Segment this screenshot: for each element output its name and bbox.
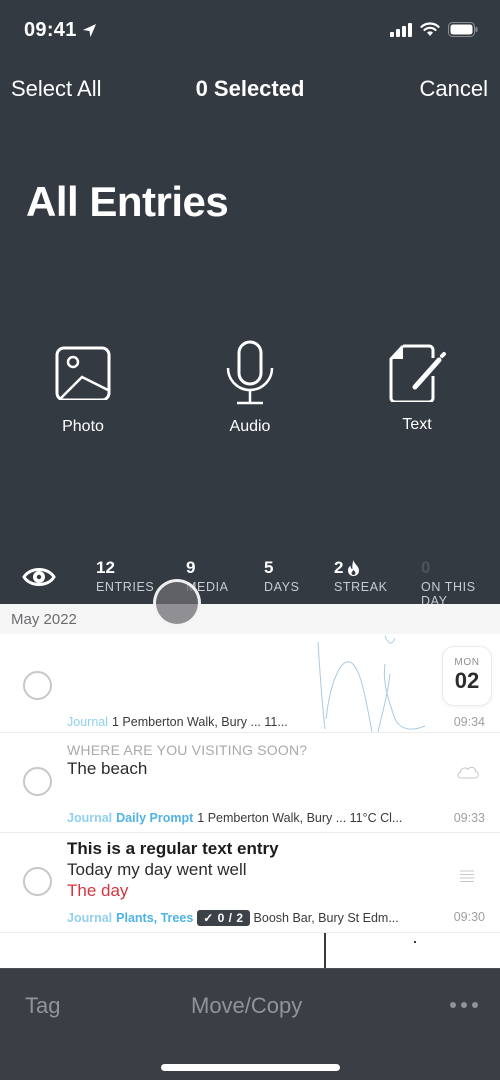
location-weather-text: 1 Pemberton Walk, Bury ... 11°C Cl...	[197, 811, 403, 825]
date-badge: MON 02	[442, 646, 492, 706]
entry-tags[interactable]: Daily Prompt	[116, 811, 193, 825]
entries-list[interactable]: May 2022 Journal 1 Pemberton Walk, Bury …	[0, 604, 500, 968]
eye-icon[interactable]	[22, 565, 56, 589]
status-bar: 09:41	[0, 0, 500, 60]
flame-icon	[348, 560, 360, 576]
photo-label: Photo	[62, 418, 104, 435]
more-dot	[472, 1002, 478, 1008]
home-indicator[interactable]	[161, 1064, 340, 1071]
entry-time: 09:34	[453, 715, 485, 729]
photo-icon	[55, 346, 111, 400]
status-indicators	[390, 22, 478, 37]
journal-tag[interactable]: Journal	[67, 911, 112, 925]
entry-title: This is a regular text entry	[67, 839, 279, 858]
cloud-icon	[457, 766, 479, 779]
select-checkbox[interactable]	[23, 671, 52, 700]
stat-media-value: 9	[186, 558, 196, 577]
drawing-thumbnail	[317, 635, 426, 733]
stat-days-value: 5	[264, 558, 274, 577]
audio-entry-button[interactable]: Audio	[190, 340, 310, 436]
text-entry-button[interactable]: Text	[357, 340, 477, 434]
text-document-edit-icon	[389, 344, 446, 402]
move-copy-button[interactable]: Move/Copy	[191, 993, 302, 1019]
list-item[interactable]	[0, 933, 500, 968]
stat-days[interactable]: 5 DAYS	[264, 558, 300, 594]
select-checkbox[interactable]	[23, 867, 52, 896]
date-day-of-week: MON	[454, 657, 480, 668]
entry-meta: Journal Plants, Trees ✓ 0 / 2 Boosh Bar,…	[67, 910, 399, 926]
stats-bar: 12 ENTRIES 9 MEDIA 5 DAYS 2 STREAK 0 ON …	[0, 556, 500, 608]
journal-tag[interactable]: Journal	[67, 811, 112, 825]
cellular-signal-icon	[390, 22, 412, 37]
list-item[interactable]: WHERE ARE YOU VISITING SOON? The beach J…	[0, 733, 500, 833]
more-dot	[461, 1002, 467, 1008]
drawing-dot	[414, 941, 416, 943]
cancel-button[interactable]: Cancel	[420, 76, 488, 102]
stat-on-this-day[interactable]: 0 ON THIS DAY	[421, 558, 500, 608]
quick-actions: Photo Audio Text	[0, 340, 500, 450]
checklist-badge: ✓ 0 / 2	[197, 910, 250, 926]
nav-bar: Select All 0 Selected Cancel	[0, 70, 500, 110]
entry-meta: Journal Daily Prompt 1 Pemberton Walk, B…	[67, 811, 402, 825]
photo-entry-button[interactable]: Photo	[23, 340, 143, 436]
stat-entries-label: ENTRIES	[96, 580, 155, 594]
microphone-icon	[226, 340, 274, 405]
entry-meta: Journal 1 Pemberton Walk, Bury ... 11...	[67, 715, 288, 729]
bottom-toolbar: Tag Move/Copy	[0, 968, 500, 1080]
stat-streak-label: STREAK	[334, 580, 388, 594]
text-label: Text	[402, 416, 432, 433]
location-text: 1 Pemberton Walk, Bury ... 11...	[112, 715, 288, 729]
more-dot	[450, 1002, 456, 1008]
journal-tag[interactable]: Journal	[67, 715, 108, 729]
text-lines-icon	[460, 870, 474, 882]
select-checkbox[interactable]	[23, 767, 52, 796]
stat-streak[interactable]: 2 STREAK	[334, 558, 388, 594]
touch-indicator	[153, 579, 201, 627]
location-text: Boosh Bar, Bury St Edm...	[253, 911, 399, 925]
entry-body: The beach	[67, 759, 148, 778]
entry-highlight-line: The day	[67, 881, 129, 900]
entry-time: 09:30	[453, 910, 485, 924]
stat-entries-value: 12	[96, 558, 115, 577]
audio-label: Audio	[229, 418, 271, 435]
tag-button[interactable]: Tag	[25, 993, 60, 1019]
more-horizontal-icon[interactable]	[450, 1002, 478, 1008]
status-time: 09:41	[24, 19, 97, 42]
section-header: May 2022	[0, 604, 500, 634]
battery-icon	[448, 22, 478, 37]
entry-tags[interactable]: Plants, Trees	[116, 911, 193, 925]
page-title: All Entries	[26, 178, 229, 225]
list-item[interactable]: This is a regular text entry Today my da…	[0, 833, 500, 933]
drawing-stroke	[324, 933, 326, 968]
date-day-number: 02	[454, 668, 480, 693]
entry-time: 09:33	[453, 811, 485, 825]
wifi-icon	[420, 22, 440, 36]
stat-days-label: DAYS	[264, 580, 300, 594]
entry-body-line: Today my day went well	[67, 860, 247, 879]
stat-entries[interactable]: 12 ENTRIES	[96, 558, 154, 594]
clock: 09:41	[24, 19, 77, 41]
stat-streak-value: 2	[334, 558, 344, 577]
entry-prompt: WHERE ARE YOU VISITING SOON?	[67, 742, 308, 758]
list-item[interactable]: Journal 1 Pemberton Walk, Bury ... 11...…	[0, 634, 500, 733]
stat-on-this-day-value: 0	[421, 558, 431, 577]
location-arrow-icon	[82, 23, 96, 38]
